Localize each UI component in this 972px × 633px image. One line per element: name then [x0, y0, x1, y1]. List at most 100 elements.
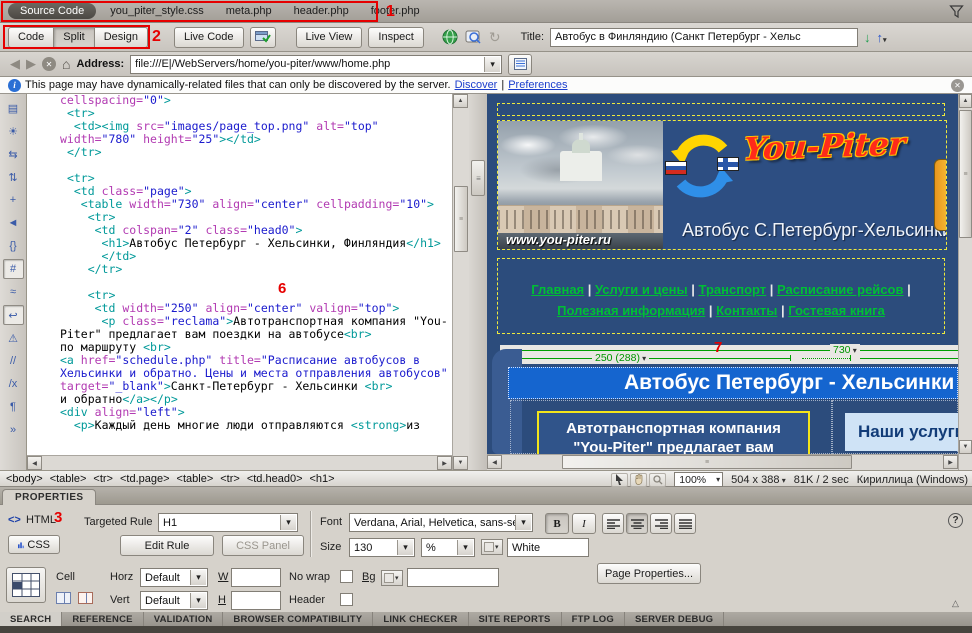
scroll-up-icon[interactable]: ▲	[959, 94, 972, 108]
design-view-button[interactable]: Design	[94, 27, 148, 48]
tag-selector-item[interactable]: <table>	[50, 473, 87, 485]
balance-braces-icon[interactable]: {}	[3, 236, 24, 256]
split-view-button[interactable]: Split	[53, 27, 94, 48]
column-width-menu[interactable]: 250 (288)	[592, 352, 649, 364]
design-nav-link[interactable]: Контакты	[716, 303, 777, 318]
stop-icon[interactable]: ✕	[42, 57, 56, 71]
bg-color-input[interactable]	[407, 568, 499, 587]
header-checkbox[interactable]	[340, 593, 353, 606]
filter-related-files-icon[interactable]	[949, 4, 964, 19]
scroll-right-icon[interactable]: ▶	[943, 455, 958, 469]
live-code-button[interactable]: Live Code	[174, 27, 244, 48]
live-view-button[interactable]: Live View	[296, 27, 363, 48]
select-tool-icon[interactable]	[611, 473, 628, 487]
bottom-tab-site-reports[interactable]: SITE REPORTS	[469, 612, 562, 626]
w3c-validation-icon[interactable]	[465, 29, 483, 45]
nowrap-checkbox[interactable]	[340, 570, 353, 583]
close-info-bar-icon[interactable]: ✕	[951, 79, 964, 92]
properties-tab[interactable]: PROPERTIES	[2, 489, 96, 505]
code-horizontal-scrollbar[interactable]: ◀ ▶	[27, 455, 452, 470]
bottom-tab-reference[interactable]: REFERENCE	[62, 612, 143, 626]
syntax-error-alerts-icon[interactable]: ⚠	[3, 328, 24, 348]
site-banner[interactable]: www.you-piter.ru You-Piter Автобус С.Пет…	[497, 120, 947, 250]
outer-table-width-menu[interactable]: 730	[830, 344, 860, 356]
align-left-icon[interactable]	[602, 513, 624, 534]
expand-more-icon[interactable]: »	[3, 420, 24, 440]
scroll-left-icon[interactable]: ◀	[487, 455, 502, 469]
design-nav-link[interactable]: Полезная информация	[557, 303, 705, 318]
forward-icon[interactable]: ▶	[26, 56, 36, 72]
related-file-tab[interactable]: header.php	[294, 5, 349, 17]
zoom-tool-icon[interactable]	[649, 473, 666, 487]
design-view[interactable]: www.you-piter.ru You-Piter Автобус С.Пет…	[487, 94, 958, 470]
tag-selector-item[interactable]: <td.head0>	[247, 473, 303, 485]
apply-comment-icon[interactable]: //	[3, 351, 24, 371]
html-mode-button[interactable]: HTML	[26, 514, 56, 526]
design-horizontal-scrollbar[interactable]: ◀ ≡ ▶	[487, 454, 958, 470]
bottom-tab-browser-compatibility[interactable]: BROWSER COMPATIBILITY	[223, 612, 373, 626]
discover-link[interactable]: Discover	[455, 79, 498, 91]
help-icon[interactable]: ?	[948, 513, 963, 528]
align-center-icon[interactable]	[626, 513, 648, 534]
cell-width-input[interactable]	[231, 568, 281, 587]
tag-selector-item[interactable]: <body>	[6, 473, 43, 485]
bottom-tab-link-checker[interactable]: LINK CHECKER	[373, 612, 468, 626]
back-icon[interactable]: ◀	[10, 56, 20, 72]
text-color-input[interactable]: White	[507, 538, 589, 557]
file-list-icon[interactable]	[508, 54, 532, 75]
design-top-row[interactable]	[497, 103, 945, 116]
get-file-icon[interactable]: ↓	[864, 30, 871, 45]
check-browser-compatibility-icon[interactable]	[250, 27, 276, 48]
code-navigator-icon[interactable]: ☀	[3, 121, 24, 141]
tag-selector-item[interactable]: <tr>	[93, 473, 113, 485]
preview-in-browser-icon[interactable]	[442, 29, 459, 46]
scroll-right-icon[interactable]: ▶	[437, 456, 452, 470]
window-size-menu[interactable]: 504 x 388	[731, 474, 786, 486]
design-nav-link[interactable]: Услуги и цены	[595, 282, 688, 297]
design-nav-link[interactable]: Гостевая книга	[788, 303, 885, 318]
vert-combo[interactable]: Default	[140, 591, 208, 610]
split-cell-icon[interactable]	[78, 592, 93, 604]
collapse-panel-icon[interactable]: △	[952, 598, 959, 609]
home-icon[interactable]: ⌂	[62, 56, 70, 72]
css-panel-button[interactable]: CSS Panel	[222, 535, 304, 556]
magnification-combo[interactable]: 100%	[674, 472, 723, 487]
tag-selector-item[interactable]: <tr>	[220, 473, 240, 485]
code-vertical-scrollbar[interactable]: ▲ ≡ ▼	[452, 94, 469, 470]
italic-button[interactable]: I	[572, 513, 596, 534]
collapse-full-tag-icon[interactable]: ⇆	[3, 144, 24, 164]
bottom-tab-server-debug[interactable]: SERVER DEBUG	[625, 612, 724, 626]
font-combo[interactable]: Verdana, Arial, Helvetica, sans-serif	[349, 513, 533, 532]
code-view-button[interactable]: Code	[8, 27, 54, 48]
scroll-down-icon[interactable]: ▼	[453, 456, 468, 470]
source-code-tab[interactable]: Source Code	[8, 3, 96, 19]
design-nav-link[interactable]: Расписание рейсов	[777, 282, 903, 297]
horz-combo[interactable]: Default	[140, 568, 208, 587]
design-nav-link[interactable]: Транспорт	[699, 282, 767, 297]
inspect-button[interactable]: Inspect	[368, 27, 423, 48]
related-file-tab[interactable]: you_piter_style.css	[110, 5, 204, 17]
code-editor[interactable]: cellspacing="0">20 <tr>21 <td><img src="…	[27, 94, 452, 455]
split-view-divider[interactable]	[469, 94, 487, 470]
code-scroll-thumb[interactable]: ≡	[454, 186, 468, 252]
design-nav-link[interactable]: Главная	[531, 282, 584, 297]
related-file-tab[interactable]: footer.php	[371, 5, 420, 17]
size-combo[interactable]: 130	[349, 538, 415, 557]
collapse-selection-icon[interactable]: ⇅	[3, 167, 24, 187]
site-heading[interactable]: Автобус Петербург - Хельсинки	[508, 367, 958, 399]
design-hscroll-thumb[interactable]: ≡	[562, 455, 852, 469]
hand-tool-icon[interactable]	[630, 473, 647, 487]
line-numbers-icon[interactable]: #	[3, 259, 24, 279]
refresh-icon[interactable]: ↻	[489, 29, 501, 46]
design-vertical-scrollbar[interactable]: ▲ ≡ ▼	[958, 94, 972, 470]
bg-color-swatch[interactable]	[381, 570, 403, 586]
bottom-tab-ftp-log[interactable]: FTP LOG	[562, 612, 625, 626]
merge-cells-icon[interactable]	[56, 592, 71, 604]
scroll-down-icon[interactable]: ▼	[959, 440, 972, 454]
remove-comment-icon[interactable]: /x	[3, 374, 24, 394]
edit-rule-button[interactable]: Edit Rule	[120, 535, 214, 556]
bottom-tab-search[interactable]: SEARCH	[0, 612, 62, 626]
design-scroll-thumb[interactable]: ≡	[959, 110, 972, 238]
document-title-input[interactable]: Автобус в Финляндию (Санкт Петербург - Х…	[550, 28, 858, 47]
tag-selector-item[interactable]: <table>	[177, 473, 214, 485]
